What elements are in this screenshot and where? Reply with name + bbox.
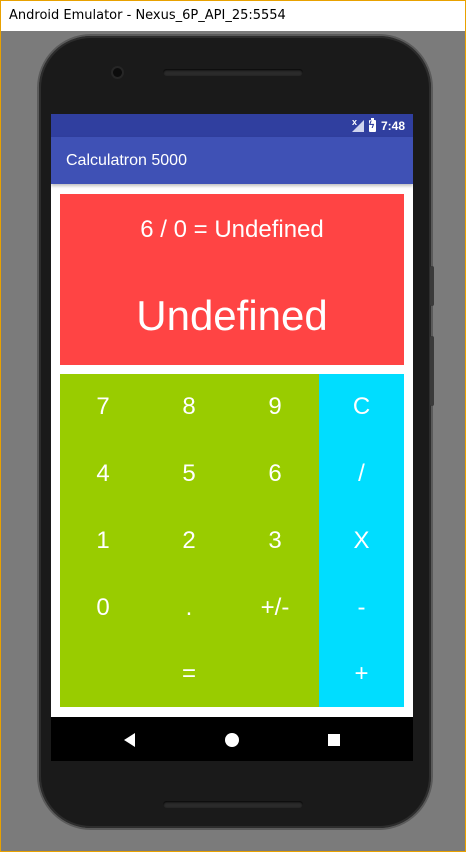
app-bar-title: Calculatron 5000 xyxy=(51,137,413,184)
key-negate[interactable]: +/- xyxy=(232,575,318,641)
status-bar: 7:48 xyxy=(51,114,413,137)
key-7[interactable]: 7 xyxy=(60,374,146,440)
battery-charging-icon xyxy=(368,117,376,132)
expression-text: 6 / 0 = Undefined xyxy=(140,216,324,243)
key-6[interactable]: 6 xyxy=(232,441,318,507)
key-2[interactable]: 2 xyxy=(146,508,232,574)
key-8[interactable]: 8 xyxy=(146,374,232,440)
power-button[interactable] xyxy=(430,266,434,306)
device-screen: 7:48 Calculatron 5000 6 / 0 = Undefined … xyxy=(51,114,413,761)
calculator-display: 6 / 0 = Undefined Undefined xyxy=(60,194,404,365)
front-camera xyxy=(113,68,122,77)
home-icon[interactable] xyxy=(225,733,239,747)
volume-button[interactable] xyxy=(430,336,434,406)
key-clear[interactable]: C xyxy=(319,374,404,440)
number-pad: 7 8 9 4 5 6 1 2 3 0 . +/- = xyxy=(60,374,319,707)
back-icon[interactable] xyxy=(124,733,135,747)
bottom-speaker xyxy=(163,801,303,808)
key-subtract[interactable]: - xyxy=(319,575,404,641)
key-divide[interactable]: / xyxy=(319,441,404,507)
key-5[interactable]: 5 xyxy=(146,441,232,507)
key-1[interactable]: 1 xyxy=(60,508,146,574)
window-title-bar: Android Emulator - Nexus_6P_API_25:5554 xyxy=(1,1,465,31)
key-0[interactable]: 0 xyxy=(60,575,146,641)
key-decimal[interactable]: . xyxy=(146,575,232,641)
operator-pad: C / X - + xyxy=(319,374,404,707)
emulator-window: Android Emulator - Nexus_6P_API_25:5554 … xyxy=(0,0,466,852)
key-equals[interactable]: = xyxy=(146,641,232,707)
key-multiply[interactable]: X xyxy=(319,508,404,574)
key-4[interactable]: 4 xyxy=(60,441,146,507)
top-speaker xyxy=(163,69,303,76)
key-3[interactable]: 3 xyxy=(232,508,318,574)
recents-icon[interactable] xyxy=(328,734,340,746)
key-9[interactable]: 9 xyxy=(232,374,318,440)
navigation-bar xyxy=(51,717,413,761)
status-time: 7:48 xyxy=(380,118,405,133)
phone-frame: 7:48 Calculatron 5000 6 / 0 = Undefined … xyxy=(39,36,434,828)
keypad: 7 8 9 4 5 6 1 2 3 0 . +/- = C / X - + xyxy=(60,374,404,707)
no-signal-icon xyxy=(351,117,364,132)
key-add[interactable]: + xyxy=(319,641,404,707)
result-text: Undefined xyxy=(136,292,328,339)
status-icons: 7:48 xyxy=(351,114,405,137)
